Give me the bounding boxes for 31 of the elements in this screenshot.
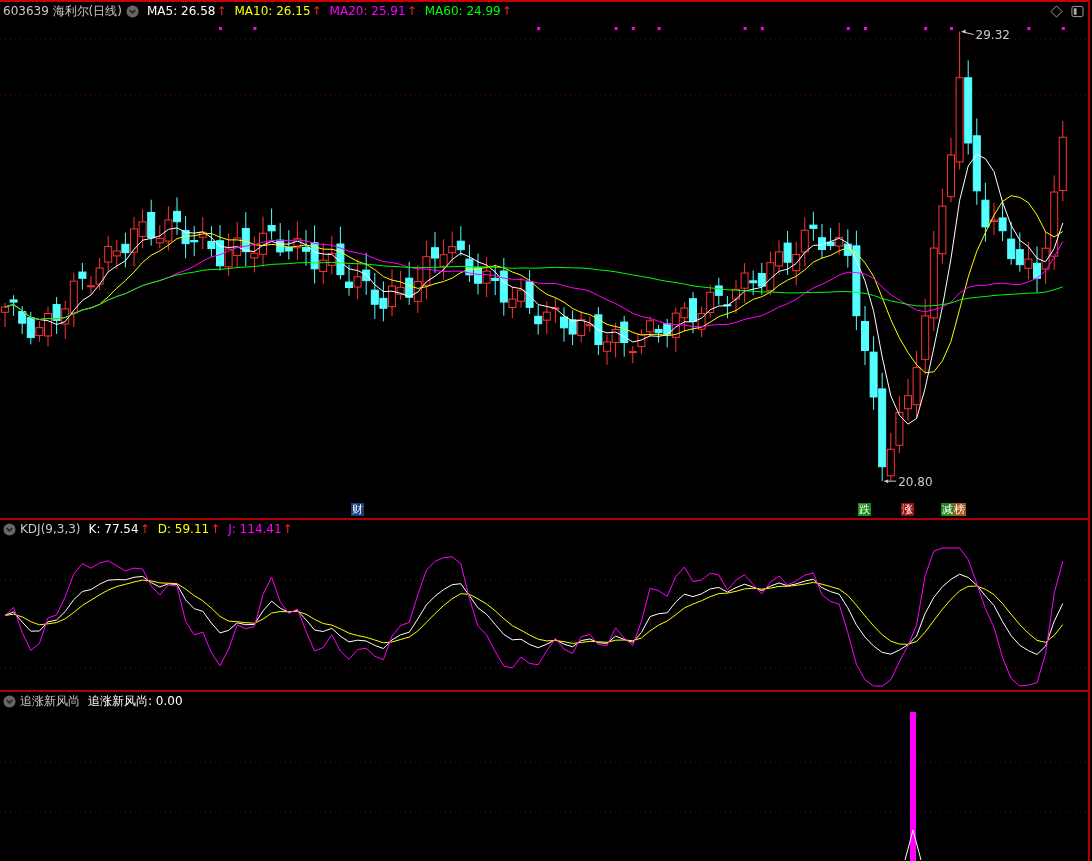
indicator-value: D: 59.11	[157, 522, 210, 536]
up-arrow: ↑	[501, 4, 512, 18]
indicator-value: MA10: 26.15	[234, 4, 311, 18]
indicator-value: MA5: 26.58	[147, 4, 216, 18]
up-arrow: ↑	[139, 522, 150, 536]
diamond-icon[interactable]	[1050, 4, 1063, 18]
indicator-value: J: 114.41	[228, 522, 282, 536]
event-tag[interactable]: 减	[940, 503, 954, 516]
indicator-value: K: 77.54	[88, 522, 139, 536]
up-arrow: ↑	[216, 4, 227, 18]
indicator-value: MA20: 25.91	[329, 4, 406, 18]
event-tag[interactable]: 财	[350, 503, 364, 516]
indicator-title: 追涨新风尚	[20, 692, 80, 710]
indicator-title: KDJ(9,3,3)	[20, 522, 81, 536]
leader-line	[961, 29, 975, 35]
dropdown-icon[interactable]	[126, 4, 139, 18]
leader-line	[883, 479, 897, 484]
up-arrow: ↑	[406, 4, 417, 18]
price-label: 20.80	[898, 475, 933, 490]
event-tag[interactable]: 涨	[901, 503, 914, 516]
price-label: 29.32	[975, 27, 1010, 42]
indicator-value: MA60: 24.99	[424, 4, 501, 18]
dropdown-icon[interactable]	[3, 694, 16, 708]
indicator-value: 追涨新风尚: 0.00	[88, 692, 183, 710]
up-arrow: ↑	[311, 4, 322, 18]
up-arrow: ↑	[282, 522, 293, 536]
up-arrow: ↑	[210, 522, 221, 536]
dropdown-icon[interactable]	[3, 522, 16, 536]
panel-toggle-icon[interactable]	[1071, 4, 1084, 18]
event-tag[interactable]: 跌	[858, 503, 871, 516]
stock-title: 603639 海利尔(日线)	[3, 2, 122, 20]
